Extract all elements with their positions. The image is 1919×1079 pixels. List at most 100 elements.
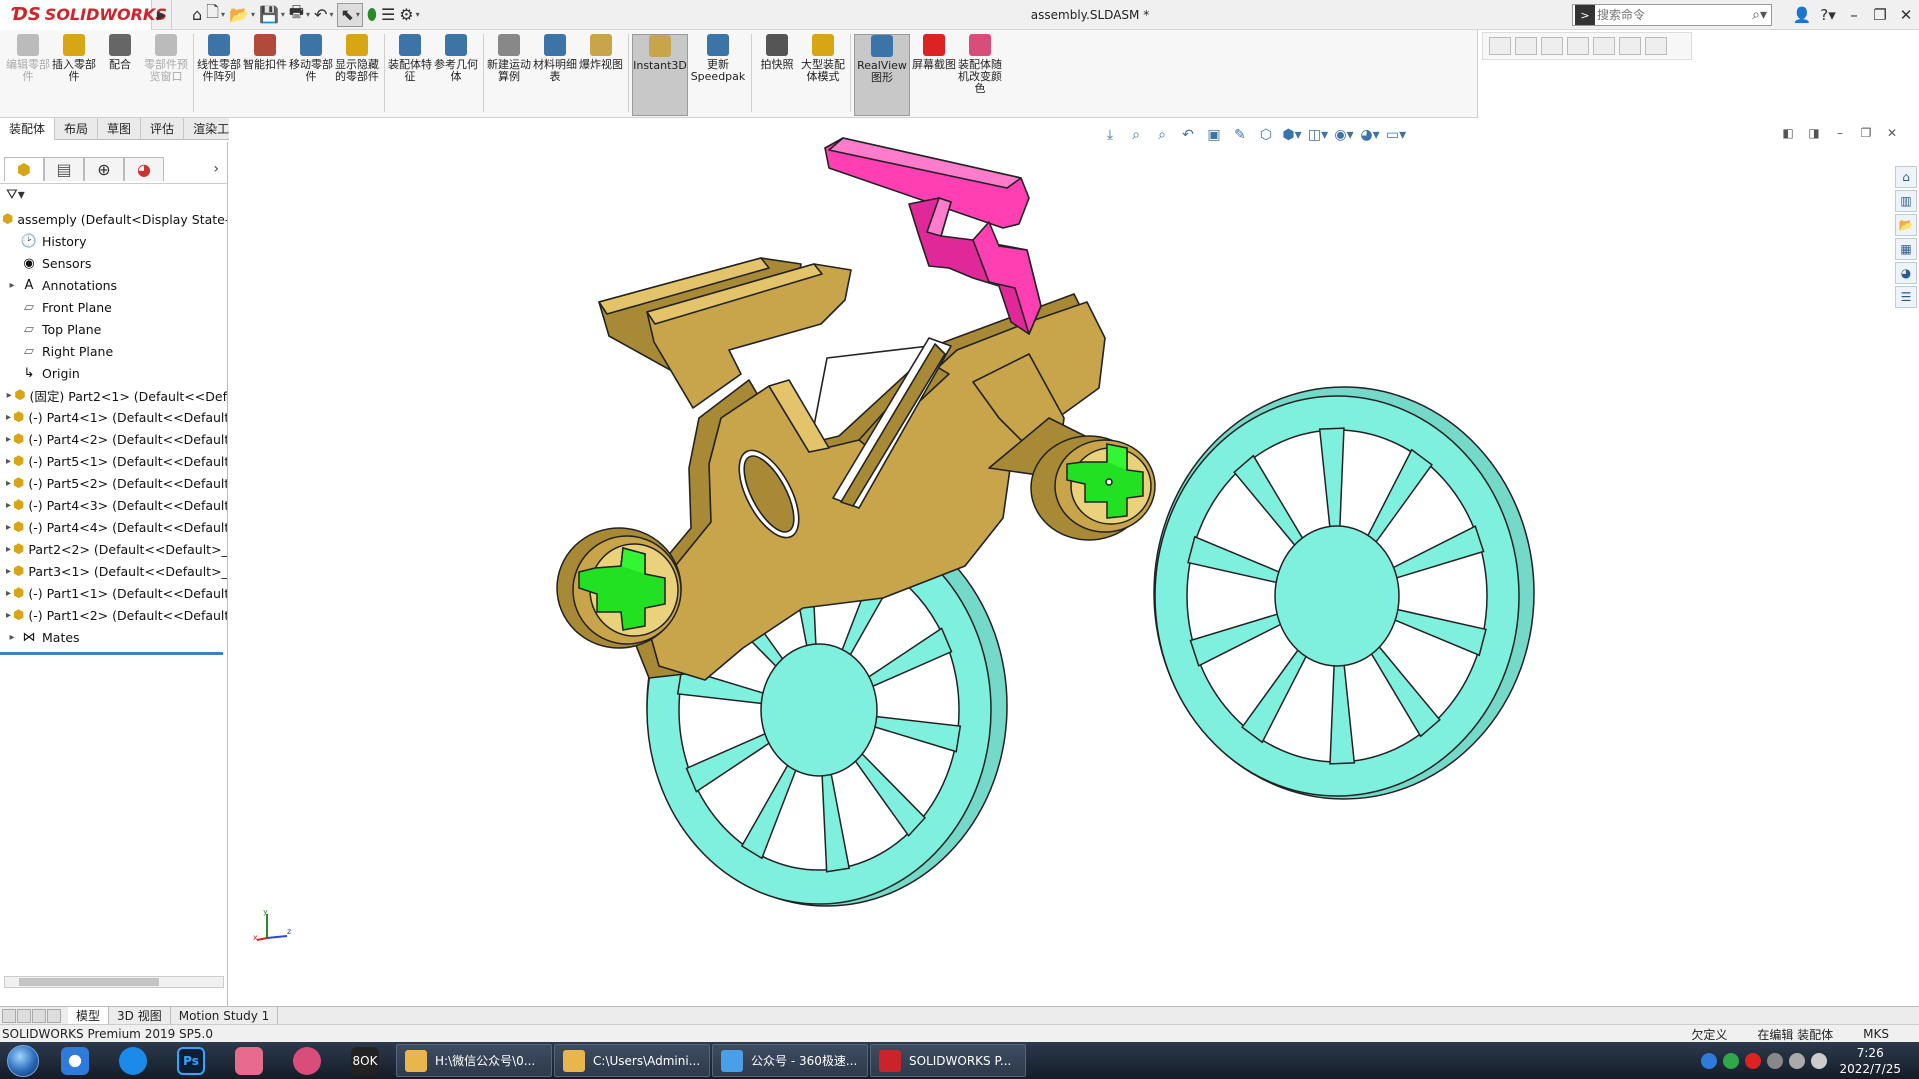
command-button-9[interactable]: 参考几何体 [434,34,478,116]
display-manager-tab-icon[interactable]: ◕ [124,157,164,181]
home-icon[interactable]: ⌂ [192,3,202,27]
tray-network-icon[interactable] [1811,1052,1828,1069]
command-button-19[interactable]: 装配体随机改变颜色 [958,34,1002,116]
tree-item[interactable]: ▸ ⬢ (-) Part4<4> (Default<<Default [0,516,227,538]
panel-expand-icon[interactable]: › [213,161,219,177]
expand-arrow-icon[interactable]: ▸ [6,566,11,577]
command-button-12[interactable]: 爆炸视图 [579,34,623,116]
solidworks-logo[interactable]: ƊS SOLIDWORKS [0,0,167,30]
print-icon[interactable]: 🖶 ▾ [289,2,310,27]
tree-item[interactable]: ↳ Origin [0,362,227,384]
tree-item[interactable]: ▸ ⬢ (-) Part4<3> (Default<<Default [0,494,227,516]
expand-arrow-icon[interactable]: ▸ [6,280,18,291]
command-button-13[interactable]: Instant3D [632,34,688,116]
command-button-3[interactable]: 零部件预览窗口 [144,34,188,116]
file-properties-icon[interactable]: ☰ [381,3,395,27]
handlebar[interactable] [824,137,1042,335]
tool-icon[interactable] [1593,37,1615,55]
expand-arrow-icon[interactable]: ▸ [6,412,11,423]
tool-icon[interactable] [1515,37,1537,55]
tree-item[interactable]: ▸ A Annotations [0,274,227,296]
expand-arrow-icon[interactable]: ▸ [6,390,12,401]
tray-circle-icon[interactable] [1723,1052,1740,1069]
command-button-11[interactable]: 材料明细表 [533,34,577,116]
command-button-6[interactable]: 移动零部件 [289,34,333,116]
camera-app-icon[interactable] [220,1042,278,1079]
search-box[interactable]: > ⌕▾ [1572,4,1772,26]
prev-tab-icon[interactable] [17,1008,31,1023]
command-button-15[interactable]: 拍快照 [755,34,799,116]
open-file-icon[interactable]: 📂 ▾ [229,3,255,27]
configuration-manager-tab-icon[interactable]: ⊕ [84,157,124,181]
tab-2[interactable]: 草图 [98,118,142,140]
command-button-18[interactable]: 屏幕截图 [912,34,956,116]
tree-item[interactable]: ▸ ⬢ (-) Part4<2> (Default<<Default [0,428,227,450]
horizontal-scrollbar[interactable] [4,976,224,988]
expand-arrow-icon[interactable]: ▸ [6,544,11,555]
tool-icon[interactable] [1541,37,1563,55]
feature-manager-tab-icon[interactable]: ⬢ [4,157,44,181]
select-icon[interactable]: ⬉ ▾ [337,2,363,27]
command-button-7[interactable]: 显示隐藏的零部件 [335,34,379,116]
taskbar-window-2[interactable]: 公众号 - 360极速... [712,1044,868,1077]
tree-item[interactable]: ▸ ⬢ (-) Part1<1> (Default<<Default [0,582,227,604]
undo-icon[interactable]: ↶ ▾ [314,3,333,27]
command-button-17[interactable]: RealView图形 [854,34,910,116]
tree-item[interactable]: 🕑 History [0,230,227,252]
bicycle-model-3d[interactable] [229,118,1919,1006]
command-button-0[interactable]: 编辑零部件 [6,34,50,116]
tree-item[interactable]: ▸ ⬢ (固定) Part2<1> (Default<<Def [0,384,227,406]
taskbar-window-0[interactable]: H:\微信公众号\0... [396,1044,552,1077]
tree-item[interactable]: ▱ Right Plane [0,340,227,362]
tree-item[interactable]: ▸ ⬢ (-) Part5<1> (Default<<Default [0,450,227,472]
model-tab-1[interactable]: 3D 视图 [109,1006,171,1025]
photoshop-icon[interactable]: Ps [162,1042,220,1079]
tree-item[interactable]: ◉ Sensors [0,252,227,274]
search-input[interactable] [1597,8,1737,22]
tree-item[interactable]: ▸ ⬢ (-) Part4<1> (Default<<Default [0,406,227,428]
paint-app-icon[interactable] [278,1042,336,1079]
taskbar-window-3[interactable]: SOLIDWORKS P... [870,1044,1026,1077]
tree-item[interactable]: ▱ Top Plane [0,318,227,340]
tree-filter[interactable]: ⛛▾ [0,184,227,206]
start-button[interactable] [0,1042,46,1079]
expand-arrow-icon[interactable]: ▸ [6,478,11,489]
command-button-14[interactable]: 更新Speedpak [690,34,746,116]
graphics-area[interactable]: ⤓ ⌕ ⌕ ↶ ▣ ✎ ⬡ ⬢▾ ◫▾ ◉▾ ◕▾ ▭▾ ◧ ◨ – ❐ ✕ ⌂… [229,118,1919,1006]
command-button-5[interactable]: 智能扣件 [243,34,287,116]
command-button-1[interactable]: 插入零部件 [52,34,96,116]
tray-ime-icon[interactable] [1745,1052,1762,1069]
tree-item[interactable]: ⬢ assemply (Default<Display State-1 [0,208,227,230]
tool-icon[interactable] [1567,37,1589,55]
expand-arrow-icon[interactable]: ▸ [6,522,11,533]
tree-item[interactable]: ▸ ⬢ Part2<2> (Default<<Default>_ [0,538,227,560]
units-selector[interactable]: MKS [1863,1027,1889,1041]
tab-1[interactable]: 布局 [55,118,99,140]
help-icon[interactable]: ?▾ [1815,6,1841,24]
expand-arrow-icon[interactable]: ▸ [6,610,11,621]
restore-icon[interactable]: ❐ [1867,6,1893,24]
expand-arrow-icon[interactable]: ▸ [6,434,11,445]
model-tab-0[interactable]: 模型 [68,1006,110,1025]
ok-app-icon[interactable]: 8OK [336,1042,394,1079]
options-gear-icon[interactable]: ⚙ ▾ [399,3,419,27]
tool-icon[interactable] [1619,37,1641,55]
tab-3[interactable]: 评估 [141,118,185,140]
baidu-netdisk-icon[interactable] [46,1042,104,1079]
expand-arrow-icon[interactable]: ▸ [6,500,11,511]
rear-wheel[interactable] [1153,386,1535,800]
search-icon[interactable]: ⌕▾ [1752,7,1767,23]
tray-flag-icon[interactable] [1767,1052,1784,1069]
tool-icon[interactable] [1645,37,1667,55]
tree-item[interactable]: ▸ ⬢ (-) Part5<2> (Default<<Default [0,472,227,494]
last-tab-icon[interactable] [47,1008,61,1023]
tree-item[interactable]: ▱ Front Plane [0,296,227,318]
tray-volume-icon[interactable] [1789,1052,1806,1069]
clock[interactable]: 7:26 2022/7/25 [1839,1045,1901,1077]
tray-k-icon[interactable] [1701,1052,1718,1069]
scroll-thumb[interactable] [19,978,159,986]
new-file-icon[interactable]: 🗋 ▾ [206,2,225,27]
minimize-icon[interactable]: – [1841,6,1867,24]
browser-e-icon[interactable] [104,1042,162,1079]
expand-arrow-icon[interactable]: ▸ [6,456,11,467]
